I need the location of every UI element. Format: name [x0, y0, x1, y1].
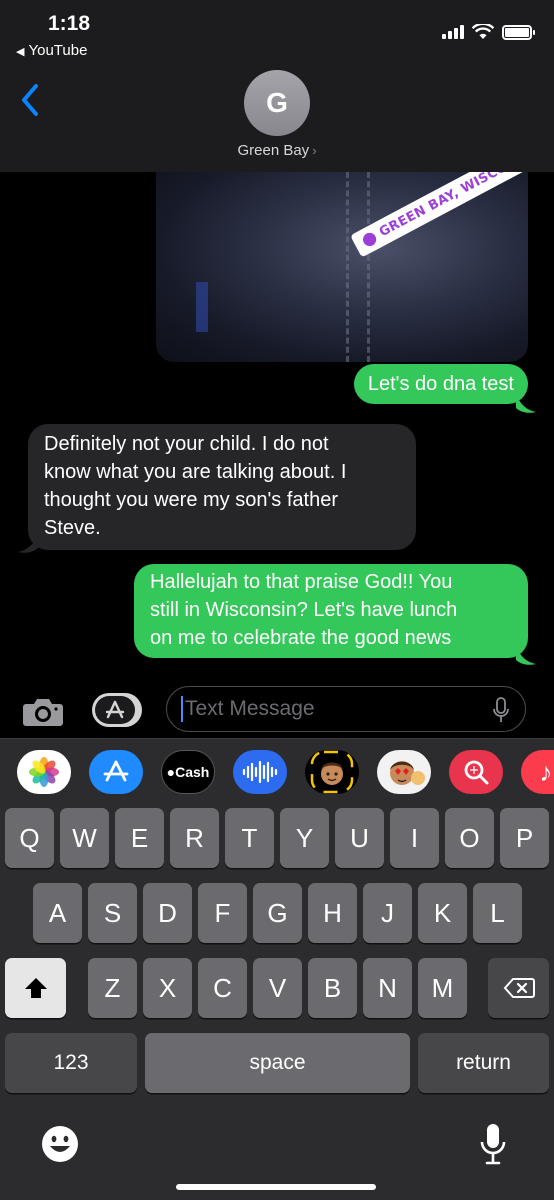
- key-a[interactable]: A: [33, 883, 82, 943]
- sent-message-bubble[interactable]: Hallelujah to that praise God!! You stil…: [134, 564, 528, 658]
- shift-arrow-icon: [24, 978, 47, 998]
- sent-message-line: on me to celebrate the good news: [150, 627, 452, 649]
- signal-icon: [442, 25, 464, 39]
- key-b[interactable]: B: [308, 958, 357, 1018]
- message-list[interactable]: ⬤ GREEN BAY, WISCONSIN Let's do dna test…: [0, 172, 554, 682]
- sent-photo[interactable]: ⬤ GREEN BAY, WISCONSIN: [156, 172, 528, 362]
- key-r[interactable]: R: [170, 808, 219, 868]
- search-app-icon[interactable]: [449, 750, 503, 794]
- key-m[interactable]: M: [418, 958, 467, 1018]
- key-c[interactable]: C: [198, 958, 247, 1018]
- key-p[interactable]: P: [500, 808, 549, 868]
- chevron-left-icon[interactable]: [18, 82, 42, 118]
- back-triangle-icon: ◀: [16, 46, 25, 58]
- return-key[interactable]: return: [418, 1033, 549, 1093]
- received-message-line: Definitely not your child. I do not: [44, 433, 329, 455]
- key-u[interactable]: U: [335, 808, 384, 868]
- contact-name-label: Green Bay: [237, 142, 310, 159]
- imessage-app-drawer: ●Cash ♪: [0, 738, 554, 804]
- bubble-tail: [18, 534, 38, 553]
- back-to-app-link[interactable]: ◀ YouTube: [16, 42, 87, 59]
- keyboard: Q W E R T Y U I O P A S D F G H J K L Z …: [0, 804, 554, 1200]
- photo-blue-detail: [196, 282, 208, 332]
- key-n[interactable]: N: [363, 958, 412, 1018]
- contact-avatar[interactable]: G: [244, 70, 310, 136]
- sent-message-line: still in Wisconsin? Let's have lunch: [150, 599, 458, 621]
- key-z[interactable]: Z: [88, 958, 137, 1018]
- audio-message-app-icon[interactable]: [233, 750, 287, 794]
- cash-app-icon[interactable]: ●Cash: [161, 750, 215, 794]
- received-message-line: Steve.: [44, 517, 101, 539]
- music-app-icon[interactable]: ♪: [521, 750, 554, 794]
- status-time: 1:18: [48, 12, 91, 35]
- key-f[interactable]: F: [198, 883, 247, 943]
- numbers-key[interactable]: 123: [5, 1033, 137, 1093]
- compose-bar: Text Message: [0, 682, 554, 738]
- contact-name[interactable]: Green Bay ›: [0, 142, 554, 159]
- sent-message-bubble[interactable]: Let's do dna test: [353, 364, 528, 404]
- key-o[interactable]: O: [445, 808, 494, 868]
- apple-logo-icon: ●: [166, 764, 176, 780]
- message-input[interactable]: Text Message: [166, 686, 526, 732]
- wifi-icon: [472, 24, 494, 39]
- backspace-icon: [503, 978, 535, 998]
- key-v[interactable]: V: [253, 958, 302, 1018]
- received-message-bubble[interactable]: Definitely not your child. I do not know…: [28, 424, 416, 550]
- key-q[interactable]: Q: [5, 808, 54, 868]
- key-t[interactable]: T: [225, 808, 274, 868]
- cash-label: ●Cash: [166, 764, 210, 780]
- home-indicator[interactable]: [176, 1184, 376, 1190]
- key-k[interactable]: K: [418, 883, 467, 943]
- key-s[interactable]: S: [88, 883, 137, 943]
- conversation-header: 1:18 ◀ YouTube G Green Bay ›: [0, 0, 554, 172]
- app-store-app-icon[interactable]: [89, 750, 143, 794]
- photo-jacket-zipper: [346, 172, 370, 362]
- location-sticker-text: GREEN BAY, WISCONSIN: [376, 172, 528, 241]
- key-l[interactable]: L: [473, 883, 522, 943]
- key-w[interactable]: W: [60, 808, 109, 868]
- camera-icon[interactable]: [22, 696, 64, 726]
- shift-key[interactable]: [5, 958, 66, 1018]
- key-j[interactable]: J: [363, 883, 412, 943]
- avatar-initial: G: [266, 87, 288, 118]
- key-i[interactable]: I: [390, 808, 439, 868]
- key-e[interactable]: E: [115, 808, 164, 868]
- app-store-icon: [95, 696, 135, 724]
- emoji-icon[interactable]: [40, 1124, 80, 1164]
- status-icons: [442, 24, 535, 40]
- key-y[interactable]: Y: [280, 808, 329, 868]
- photos-app-icon[interactable]: [17, 750, 71, 794]
- sent-message-line: Hallelujah to that praise God!! You: [150, 571, 453, 593]
- app-store-button[interactable]: [92, 693, 142, 727]
- key-h[interactable]: H: [308, 883, 357, 943]
- battery-icon: [502, 24, 535, 40]
- memoji-stickers-app-icon[interactable]: [377, 750, 431, 794]
- bubble-tail: [516, 394, 536, 413]
- back-app-label: YouTube: [28, 42, 88, 59]
- backspace-key[interactable]: [488, 958, 549, 1018]
- dictation-microphone-icon[interactable]: [480, 1122, 506, 1166]
- space-key[interactable]: space: [145, 1033, 410, 1093]
- received-message-line: thought you were my son's father: [44, 489, 338, 511]
- microphone-icon[interactable]: [493, 697, 509, 723]
- received-message-line: know what you are talking about. I: [44, 461, 347, 483]
- location-sticker: ⬤ GREEN BAY, WISCONSIN: [350, 172, 528, 258]
- chevron-right-icon: ›: [312, 143, 317, 158]
- message-input-placeholder: Text Message: [185, 697, 315, 720]
- text-caret: [181, 696, 183, 722]
- sent-message-text: Let's do dna test: [367, 373, 514, 395]
- memoji-app-icon[interactable]: [305, 750, 359, 794]
- key-g[interactable]: G: [253, 883, 302, 943]
- key-x[interactable]: X: [143, 958, 192, 1018]
- bubble-tail: [516, 646, 536, 665]
- music-note-icon: ♪: [539, 756, 553, 787]
- key-d[interactable]: D: [143, 883, 192, 943]
